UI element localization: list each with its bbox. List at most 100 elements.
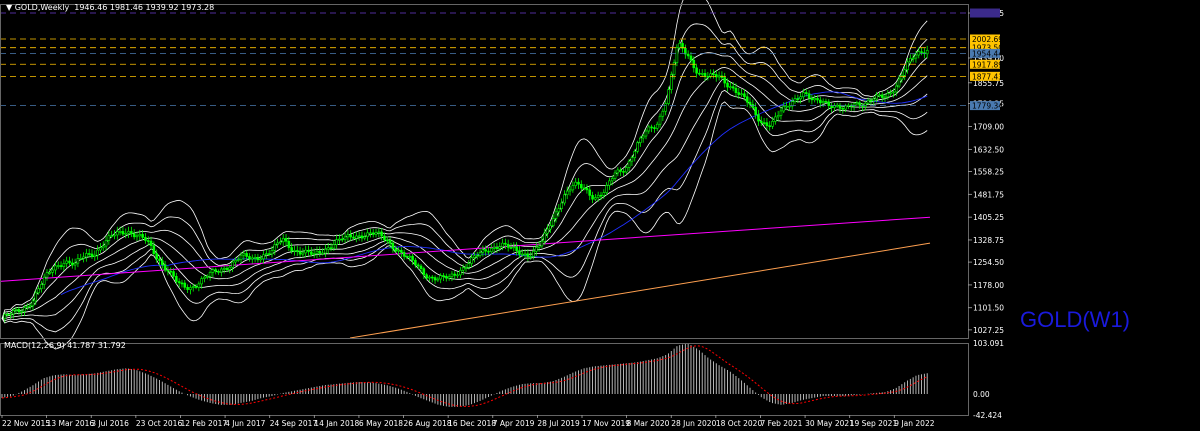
gold-weekly-chart[interactable]: 2089.751939.001855.751786.251709.001632.… — [0, 0, 1200, 431]
bollinger-band-upper2 — [1, 23, 928, 319]
candle-body — [231, 261, 234, 268]
moving-average-orange — [349, 242, 931, 339]
candle-body — [883, 96, 887, 99]
macd-y-tick-label: -42.424 — [973, 411, 1002, 420]
candle-body — [768, 125, 772, 127]
candle-body — [844, 105, 847, 110]
candle-body — [512, 246, 516, 249]
candle-body — [776, 115, 780, 118]
candle-body — [568, 189, 572, 192]
candle-body — [759, 120, 763, 123]
candle-body — [754, 107, 757, 115]
candle-body — [71, 262, 74, 266]
candle-body — [37, 288, 40, 294]
candle-body — [371, 232, 375, 235]
candle-body — [636, 142, 639, 152]
candle-body — [366, 232, 369, 237]
candle-body — [326, 247, 330, 250]
candle-body — [892, 91, 895, 94]
candle-body — [245, 253, 248, 257]
candle-body — [85, 253, 88, 258]
candle-body — [332, 244, 336, 249]
candle-body — [324, 248, 327, 254]
x-tick-label: 16 Dec 2018 — [448, 419, 496, 428]
candle-body — [439, 275, 442, 280]
candle-body — [554, 211, 558, 219]
candle-body — [774, 116, 777, 122]
x-tick-label: 24 Sep 2017 — [270, 419, 318, 428]
candle-body — [377, 231, 381, 234]
candle-body — [608, 180, 611, 186]
candle-body — [236, 259, 240, 261]
candle-body — [355, 235, 358, 239]
candle-body — [571, 185, 575, 191]
candle-body — [678, 43, 682, 48]
candle-body — [99, 247, 102, 251]
candle-body — [265, 253, 268, 256]
candle-body — [903, 69, 906, 76]
candle-body — [124, 232, 128, 235]
candle-body — [703, 73, 707, 77]
candle-body — [73, 262, 77, 266]
candle-body — [416, 264, 420, 267]
candle-body — [897, 78, 901, 87]
candle-body — [596, 194, 600, 198]
candle-body — [802, 92, 805, 98]
candle-body — [914, 54, 918, 59]
candle-body — [163, 264, 167, 271]
candle-body — [602, 192, 606, 196]
candle-body — [872, 98, 876, 101]
candle-body — [785, 105, 788, 108]
bollinger-band-lower3 — [1, 101, 928, 350]
bollinger-middle — [1, 67, 928, 319]
top-level-tag — [970, 8, 1000, 18]
candle-body — [90, 253, 94, 257]
candle-body — [149, 240, 153, 246]
candle-body — [847, 104, 850, 107]
candle-body — [563, 194, 566, 204]
candle-body — [374, 232, 378, 235]
candle-body — [31, 300, 35, 307]
candle-body — [858, 102, 861, 106]
candle-body — [222, 267, 226, 270]
candle-body — [717, 75, 721, 78]
candle-body — [475, 255, 479, 257]
candle-body — [540, 240, 544, 247]
candle-body — [740, 93, 743, 96]
candle-body — [734, 87, 738, 93]
candle-body — [909, 58, 912, 63]
candle-body — [594, 197, 597, 200]
candle-body — [267, 253, 271, 255]
candle-body — [391, 242, 395, 250]
candle-body — [68, 260, 71, 264]
x-tick-label: 26 Aug 2018 — [404, 419, 452, 428]
candle-body — [484, 249, 487, 252]
candle-body — [279, 241, 282, 244]
y-tick-label: 1405.25 — [973, 213, 1004, 222]
macd-y-tick-label: 0.00 — [973, 390, 990, 399]
candle-body — [340, 238, 344, 241]
x-tick-label: 3 Jul 2016 — [91, 419, 129, 428]
candle-body — [529, 256, 532, 258]
x-tick-label: 12 Feb 2017 — [180, 419, 227, 428]
candle-body — [864, 102, 867, 107]
candle-body — [810, 97, 814, 101]
candle-body — [506, 243, 510, 248]
candle-body — [900, 75, 904, 80]
candle-body — [551, 218, 555, 226]
candle-body — [467, 263, 471, 268]
candle-body — [62, 263, 66, 267]
candle-body — [329, 247, 333, 250]
candle-body — [166, 269, 170, 272]
candle-body — [490, 248, 493, 252]
candle-body — [155, 253, 158, 260]
macd-signal-line — [1, 345, 928, 408]
candle-body — [501, 242, 504, 247]
candle-body — [397, 249, 400, 252]
candle-body — [20, 311, 23, 313]
candle-body — [796, 98, 800, 100]
collapse-triangle-icon[interactable]: ▼ — [6, 3, 15, 12]
x-tick-label: 30 May 2021 — [805, 419, 854, 428]
candle-body — [478, 252, 482, 256]
x-tick-label: 9 Jan 2022 — [894, 419, 934, 428]
